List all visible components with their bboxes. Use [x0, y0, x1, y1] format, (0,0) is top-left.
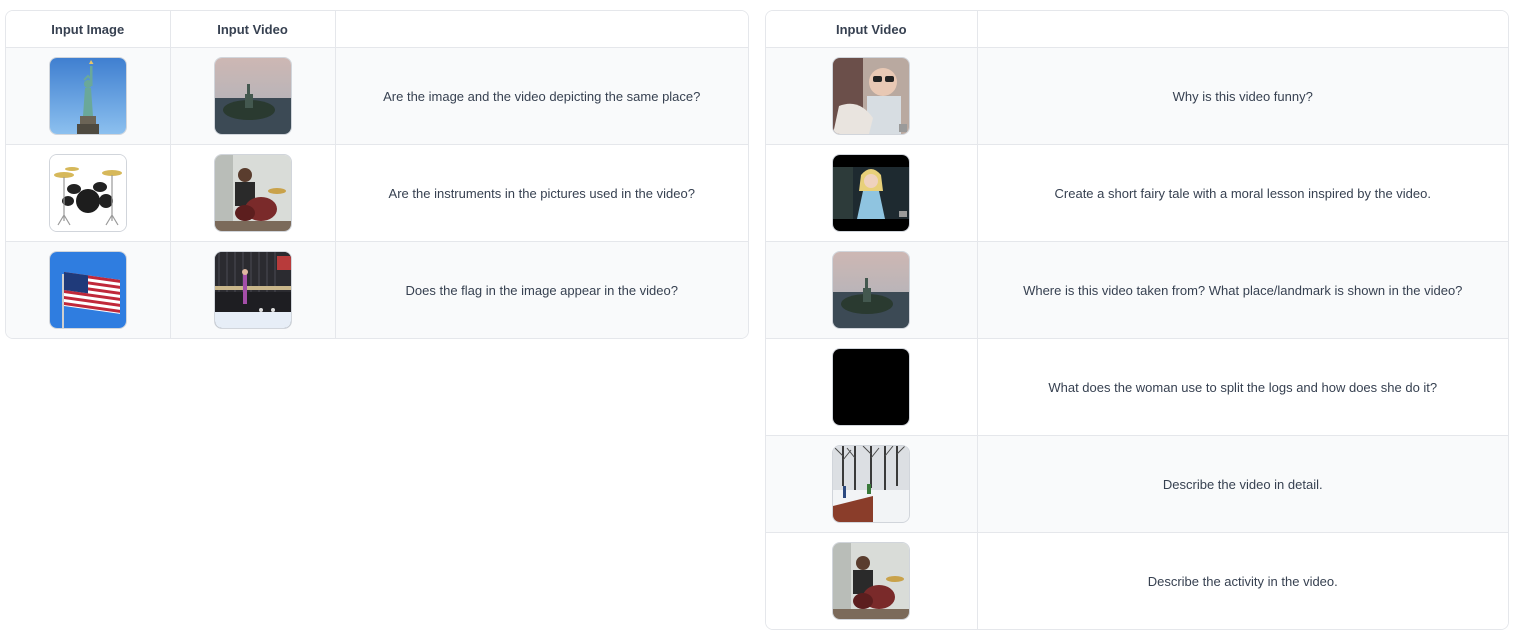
question-cell: Describe the video in detail.: [977, 435, 1508, 533]
drum-kit-image-thumbnail[interactable]: [48, 154, 127, 232]
statue-of-liberty-aerial-icon: [833, 252, 910, 328]
question-text: Describe the activity in the video.: [1147, 573, 1338, 589]
drummer-video-thumbnail[interactable]: [213, 154, 292, 232]
video-cell: [170, 241, 336, 338]
column-header-question: [335, 11, 748, 48]
question-cell: Where is this video taken from? What pla…: [977, 241, 1508, 339]
snowy-park-icon: [833, 446, 910, 522]
image-cell: [6, 241, 171, 338]
question-cell: Are the image and the video depicting th…: [335, 47, 748, 145]
black-frame-icon: [833, 349, 910, 425]
question-cell: Describe the activity in the video.: [977, 532, 1508, 629]
statue-of-liberty-aerial-video-thumbnail[interactable]: [832, 251, 911, 329]
table-row[interactable]: Create a short fairy tale with a moral l…: [766, 144, 1508, 242]
video-cell: [766, 338, 978, 436]
examples-table-video: Input Video Why is this video funny? Cre…: [765, 10, 1509, 630]
examples-table: Input Image Input Video Are the image an…: [6, 11, 748, 338]
question-text: Are the instruments in the pictures used…: [388, 185, 695, 201]
column-header-input-image: Input Image: [6, 11, 171, 48]
table-row[interactable]: Where is this video taken from? What pla…: [766, 241, 1508, 339]
drummer-icon: [833, 543, 910, 619]
video-cell: [766, 532, 978, 629]
table-row[interactable]: Why is this video funny?: [766, 47, 1508, 145]
image-cell: [6, 47, 171, 145]
video-cell: [766, 47, 978, 145]
table-header-row: Input Video: [766, 11, 1508, 48]
question-cell: What does the woman use to split the log…: [977, 338, 1508, 436]
question-text: Where is this video taken from? What pla…: [1023, 282, 1463, 298]
question-text: What does the woman use to split the log…: [1048, 379, 1438, 395]
american-flag-icon: [49, 252, 126, 328]
drummer-icon: [214, 155, 291, 231]
child-with-glasses-video-thumbnail[interactable]: [832, 57, 911, 135]
table-row[interactable]: Are the instruments in the pictures used…: [6, 144, 748, 242]
examples-table-image-video: Input Image Input Video Are the image an…: [5, 10, 749, 339]
question-text: Describe the video in detail.: [1162, 476, 1323, 492]
video-cell: [170, 144, 336, 242]
statue-of-liberty-icon: [49, 58, 126, 134]
snowy-park-video-thumbnail[interactable]: [832, 445, 911, 523]
black-frame-video-thumbnail[interactable]: [832, 348, 911, 426]
table-row[interactable]: Are the image and the video depicting th…: [6, 47, 748, 145]
video-cell: [170, 47, 336, 145]
examples-table: Input Video Why is this video funny? Cre…: [766, 11, 1508, 629]
question-text: Create a short fairy tale with a moral l…: [1054, 185, 1431, 201]
gymnastics-beam-icon: [214, 252, 291, 328]
table-row[interactable]: Describe the activity in the video.: [766, 532, 1508, 629]
american-flag-image-thumbnail[interactable]: [48, 251, 127, 329]
column-header-input-video: Input Video: [766, 11, 978, 48]
question-text: Does the flag in the image appear in the…: [405, 282, 678, 298]
question-cell: Create a short fairy tale with a moral l…: [977, 144, 1508, 242]
drummer-video-thumbnail[interactable]: [832, 542, 911, 620]
princess-in-blue-dress-video-thumbnail[interactable]: [832, 154, 911, 232]
video-cell: [766, 241, 978, 339]
statue-of-liberty-aerial-icon: [214, 58, 291, 134]
table-row[interactable]: What does the woman use to split the log…: [766, 338, 1508, 436]
statue-of-liberty-image-thumbnail[interactable]: [48, 57, 127, 135]
question-text: Why is this video funny?: [1172, 88, 1313, 104]
question-cell: Why is this video funny?: [977, 47, 1508, 145]
question-text: Are the image and the video depicting th…: [383, 88, 701, 104]
table-header-row: Input Image Input Video: [6, 11, 748, 48]
table-row[interactable]: Does the flag in the image appear in the…: [6, 241, 748, 338]
video-cell: [766, 435, 978, 533]
column-header-question: [977, 11, 1508, 48]
statue-of-liberty-aerial-video-thumbnail[interactable]: [213, 57, 292, 135]
column-header-input-video: Input Video: [170, 11, 336, 48]
video-cell: [766, 144, 978, 242]
question-cell: Are the instruments in the pictures used…: [335, 144, 748, 242]
princess-in-blue-dress-icon: [833, 155, 910, 231]
table-row[interactable]: Describe the video in detail.: [766, 435, 1508, 533]
question-cell: Does the flag in the image appear in the…: [335, 241, 748, 338]
gymnastics-beam-video-thumbnail[interactable]: [213, 251, 292, 329]
drum-kit-icon: [49, 155, 126, 231]
image-cell: [6, 144, 171, 242]
child-with-glasses-icon: [833, 58, 910, 134]
